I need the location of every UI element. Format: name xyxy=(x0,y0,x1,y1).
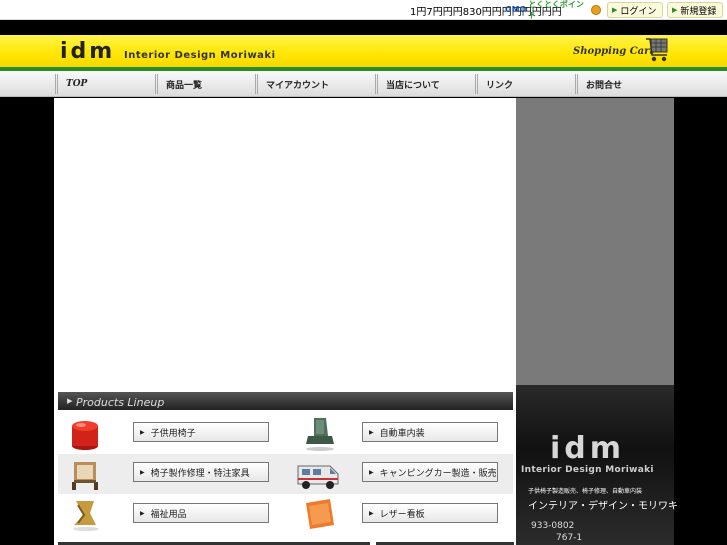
car-seat-icon[interactable] xyxy=(300,416,338,452)
shopping-cart-label[interactable]: Shopping Cart xyxy=(573,46,654,57)
sidebar-logo-subtitle: Interior Design Moriwaki xyxy=(521,465,654,475)
points-label: とくとくポイント xyxy=(528,0,584,20)
product-label: 自動車内装 xyxy=(379,428,425,439)
chair-frame-icon[interactable] xyxy=(66,456,104,492)
street-address: 767-1 xyxy=(556,533,583,543)
triangle-right-icon: ▶ xyxy=(140,509,145,517)
register-label: 新規登録 xyxy=(680,6,717,17)
main-banner-area xyxy=(54,98,516,392)
product-leather-sign-button[interactable]: ▶ レザー看板 xyxy=(362,503,498,523)
product-kids-chair-button[interactable]: ▶ 子供用椅子 xyxy=(133,422,269,442)
sidebar-logo: idm xyxy=(550,431,626,466)
login-label: ログイン xyxy=(620,6,657,17)
site-logo[interactable]: idm xyxy=(60,39,115,64)
cushion-icon[interactable] xyxy=(66,497,104,533)
triangle-right-icon: ▶ xyxy=(369,428,374,436)
product-chair-repair-button[interactable]: ▶ 椅子製作修理・特注家具 xyxy=(133,462,269,482)
nav-contact[interactable]: お問合せ xyxy=(575,74,675,94)
company-description: 子供椅子製造販売、椅子修理、自動車内装 xyxy=(528,488,643,495)
nav-top[interactable]: TOP xyxy=(55,74,155,94)
camper-van-icon[interactable] xyxy=(294,456,342,492)
shopping-cart-icon[interactable] xyxy=(645,37,669,63)
triangle-right-icon: ▶ xyxy=(369,468,374,476)
product-row: ▶ 椅子製作修理・特注家具 ▶ キャンピングカー製造・販売 xyxy=(58,454,513,494)
products-lineup-title: ▸ Products Lineup xyxy=(67,394,165,409)
site-header: idm Interior Design Moriwaki Shopping Ca… xyxy=(0,35,727,67)
arrow-right-icon: ▶ xyxy=(612,6,618,14)
leather-sign-icon[interactable] xyxy=(300,497,338,533)
product-row: ▶ 子供用椅子 ▶ 自動車内装 xyxy=(58,414,513,454)
triangle-right-icon: ▶ xyxy=(140,428,145,436)
triangle-right-icon: ▶ xyxy=(140,468,145,476)
product-label: キャンピングカー製造・販売 xyxy=(379,468,497,479)
nav-my-account[interactable]: マイアカウント xyxy=(255,74,375,94)
product-camper-button[interactable]: ▶ キャンピングカー製造・販売 xyxy=(362,462,498,482)
login-button[interactable]: ▶ ログイン xyxy=(607,2,663,18)
site-logo-text: Interior Design Moriwaki xyxy=(124,50,276,61)
products-lineup: ▸ Products Lineup ▶ 子供用椅子 ▶ 自動車内装 ▶ 椅子製作… xyxy=(54,392,516,545)
nav-about[interactable]: 当店について xyxy=(375,74,475,94)
sidebar-panel xyxy=(516,98,674,385)
company-name: インテリア・デザイン・モリワキ xyxy=(528,501,678,512)
nav-links[interactable]: リンク xyxy=(475,74,575,94)
postal-code: 933-0802 xyxy=(531,521,575,531)
product-car-interior-button[interactable]: ▶ 自動車内装 xyxy=(362,422,498,442)
coin-icon xyxy=(591,4,601,15)
gmo-points-banner[interactable]: GMO とくとくポイント xyxy=(505,0,601,20)
product-label: 子供用椅子 xyxy=(150,428,196,439)
arrow-right-icon: ▶ xyxy=(672,6,678,14)
nav-products[interactable]: 商品一覧 xyxy=(155,74,255,94)
top-utility-bar: 1円7円円円830円円円円円円円円 GMO とくとくポイント ▶ ログイン ▶ … xyxy=(0,0,727,20)
triangle-right-icon: ▶ xyxy=(369,509,374,517)
black-band xyxy=(0,21,727,35)
main-nav: TOP 商品一覧 マイアカウント 当店について リンク お問合せ xyxy=(0,71,727,97)
product-row: ▶ 福祉用品 ▶ レザー看板 xyxy=(58,495,513,535)
red-stool-icon[interactable] xyxy=(66,416,104,452)
product-label: 椅子製作修理・特注家具 xyxy=(150,468,250,479)
product-welfare-button[interactable]: ▶ 福祉用品 xyxy=(133,503,269,523)
sidebar-company-info: idm Interior Design Moriwaki 子供椅子製造販売、椅子… xyxy=(516,385,678,545)
gmo-label: GMO xyxy=(505,5,527,14)
products-lineup-heading: ▸ Products Lineup xyxy=(58,392,513,410)
product-label: 福祉用品 xyxy=(150,509,187,520)
register-button[interactable]: ▶ 新規登録 xyxy=(667,2,723,18)
product-label: レザー看板 xyxy=(379,509,425,520)
products-lineup-text: Products Lineup xyxy=(76,396,165,409)
